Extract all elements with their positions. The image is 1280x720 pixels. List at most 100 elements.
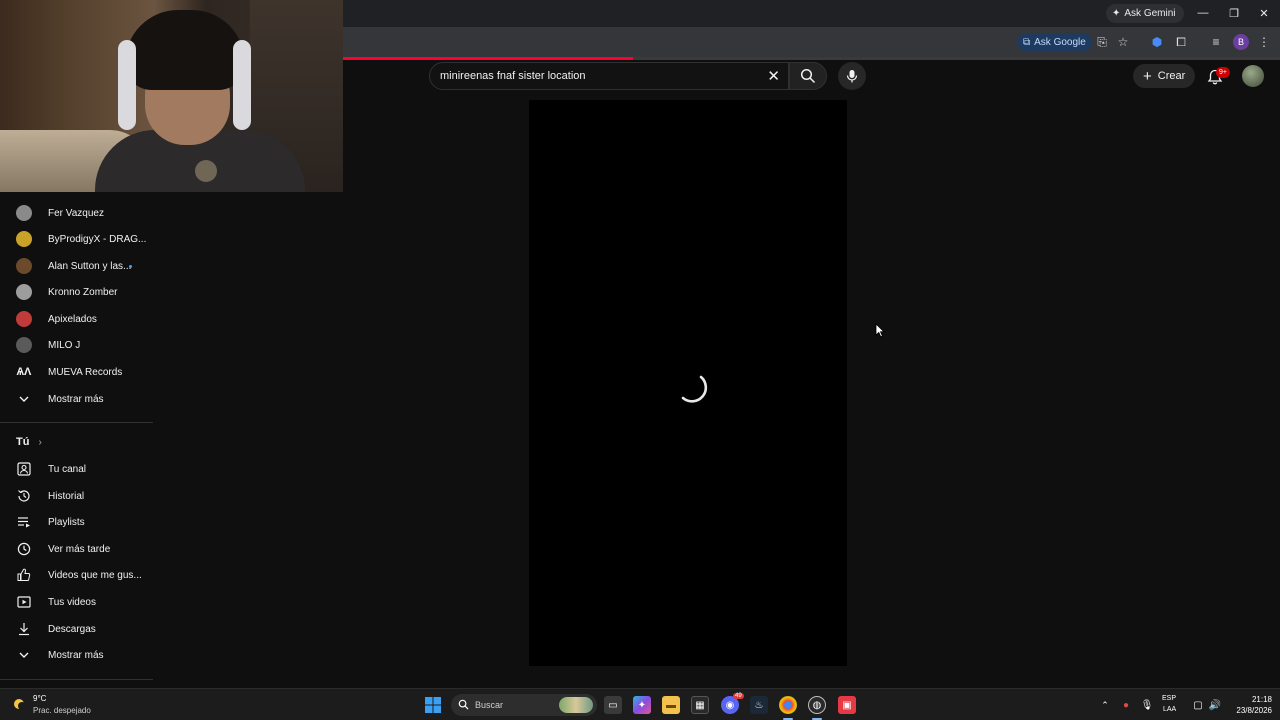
browser-menu-icon[interactable]: ⋮: [1256, 34, 1272, 50]
webcam-person-hair: [125, 10, 245, 90]
plus-icon: +: [1143, 67, 1152, 85]
mueva-logo-icon: ѦΛ: [16, 366, 32, 378]
windows-logo-icon: [425, 697, 441, 713]
sidebar-subscription[interactable]: Fer Vazquez: [0, 200, 153, 226]
recorder-app-icon[interactable]: ▣: [838, 696, 856, 714]
search-button[interactable]: [789, 62, 827, 90]
playlists-icon: [16, 514, 32, 530]
install-app-icon[interactable]: ⎘: [1094, 34, 1110, 50]
sidebar-divider: [0, 679, 153, 680]
sidebar-item-ver-mas-tarde[interactable]: Ver más tarde: [0, 536, 153, 562]
chrome-icon[interactable]: [779, 696, 797, 714]
network-icon[interactable]: ▢: [1189, 696, 1207, 714]
sidebar-subscription[interactable]: ѦΛ MUEVA Records: [0, 359, 153, 385]
create-button[interactable]: + Crear: [1133, 64, 1196, 88]
taskbar-search-placeholder: Buscar: [475, 700, 504, 710]
bookmark-star-icon[interactable]: ☆: [1115, 34, 1131, 50]
ask-gemini-label: Ask Gemini: [1124, 8, 1176, 19]
sidebar-subscription[interactable]: MILO J: [0, 332, 153, 358]
ask-google-button[interactable]: ⧉ Ask Google: [1017, 33, 1092, 51]
youtube-sidebar: Fer Vazquez ByProdigyX - DRAG... Alan Su…: [0, 192, 153, 688]
volume-icon[interactable]: 🔊: [1206, 696, 1224, 714]
show-more-subscriptions[interactable]: Mostrar más: [0, 386, 153, 412]
steam-icon[interactable]: ♨: [750, 696, 768, 714]
show-more-label: Mostrar más: [48, 649, 104, 661]
tray-app-icon[interactable]: ●: [1117, 696, 1135, 714]
taskbar-search[interactable]: Buscar: [451, 694, 597, 716]
sidebar-item-playlists[interactable]: Playlists: [0, 509, 153, 535]
clear-search-icon[interactable]: ✕: [767, 67, 780, 85]
channel-avatar: [16, 337, 32, 353]
webcam-headset-right: [233, 40, 251, 130]
screen: ✦ Ask Gemini — ❐ ✕ ⧉ Ask Google ⎘ ☆ ⬢ ⧠ …: [0, 0, 1280, 720]
sidebar-item-label: Tu canal: [48, 463, 86, 475]
file-explorer-icon[interactable]: ▬: [662, 696, 680, 714]
search-icon: [458, 699, 469, 710]
sidebar-item-label: Videos que me gus...: [48, 569, 142, 581]
subscription-label: Apixelados: [48, 313, 97, 325]
chevron-down-icon: [16, 391, 32, 407]
start-button[interactable]: [424, 696, 442, 714]
sidebar-item-tus-videos[interactable]: Tus videos: [0, 589, 153, 615]
loading-spinner-icon: [681, 375, 708, 403]
sidebar-item-liked-videos[interactable]: Videos que me gus...: [0, 562, 153, 588]
channel-avatar: [16, 205, 32, 221]
like-icon: [16, 567, 32, 583]
webcam-headset-left: [118, 40, 136, 130]
sidebar-subscription[interactable]: Kronno Zomber: [0, 279, 153, 305]
search-input[interactable]: minireenas fnaf sister location ✕: [429, 62, 789, 90]
search-highlight-image: [559, 697, 593, 713]
minimize-button[interactable]: —: [1190, 4, 1216, 22]
show-hidden-icons-chevron-up-icon[interactable]: ⌃: [1096, 696, 1114, 714]
extension-shield-icon[interactable]: ⬢: [1149, 34, 1165, 50]
sidebar-item-historial[interactable]: Historial: [0, 483, 153, 509]
windows-taskbar: 9°C Prac. despejado Buscar ▭ ✦ ▬ ▦ ◉ 49 …: [0, 688, 1280, 720]
clock-date: 23/8/2026: [1236, 706, 1272, 715]
webcam-headset-mic: [195, 160, 217, 182]
channel-avatar: [16, 311, 32, 327]
close-window-button[interactable]: ✕: [1251, 4, 1277, 22]
copilot-icon[interactable]: ✦: [633, 696, 651, 714]
subscription-label: Alan Sutton y las...: [48, 260, 132, 272]
sidebar-subscription[interactable]: Apixelados: [0, 306, 153, 332]
channel-icon: [16, 461, 32, 477]
discord-badge: 49: [733, 693, 744, 699]
show-more-label: Mostrar más: [48, 393, 104, 405]
webcam-overlay: [0, 0, 343, 192]
microphone-tray-icon[interactable]: 🎙: [1138, 696, 1156, 714]
subscription-label: ByProdigyX - DRAG...: [48, 233, 147, 245]
browser-profile-avatar[interactable]: B: [1233, 34, 1249, 50]
create-label: Crear: [1157, 70, 1186, 82]
restore-button[interactable]: ❐: [1221, 4, 1247, 22]
weather-description: Prac. despejado: [33, 706, 91, 715]
extensions-puzzle-icon[interactable]: ⧠: [1173, 34, 1189, 50]
input-language-bottom[interactable]: LAA: [1163, 706, 1176, 713]
task-view-icon[interactable]: ▭: [604, 696, 622, 714]
mouse-cursor-icon: [875, 323, 885, 338]
sidebar-item-label: Historial: [48, 490, 85, 502]
system-clock[interactable]: 21:18 23/8/2026: [1226, 694, 1272, 716]
media-queue-icon[interactable]: ≡: [1208, 34, 1224, 50]
show-more-you[interactable]: Mostrar más: [0, 642, 153, 668]
chevron-down-icon: [16, 647, 32, 663]
subscription-label: MILO J: [48, 339, 81, 351]
clock-time: 21:18: [1251, 695, 1272, 704]
account-avatar[interactable]: [1242, 65, 1264, 87]
new-content-dot: [129, 264, 132, 268]
sidebar-item-tu-canal[interactable]: Tu canal: [0, 456, 153, 482]
ask-gemini-button[interactable]: ✦ Ask Gemini: [1106, 4, 1184, 23]
you-section-header[interactable]: Tú ›: [16, 436, 42, 448]
microsoft-store-icon[interactable]: ▦: [691, 696, 709, 714]
voice-search-button[interactable]: [838, 62, 866, 90]
subscription-label: Fer Vazquez: [48, 207, 104, 219]
sidebar-item-descargas[interactable]: Descargas: [0, 616, 153, 642]
sidebar-subscription[interactable]: Alan Sutton y las...: [0, 253, 153, 279]
sidebar-item-label: Tus videos: [48, 596, 96, 608]
sidebar-subscription[interactable]: ByProdigyX - DRAG...: [0, 226, 153, 252]
weather-partly-clear-icon[interactable]: [12, 696, 28, 712]
input-language-top[interactable]: ESP: [1162, 695, 1176, 702]
ask-google-label: Ask Google: [1034, 36, 1086, 48]
obs-icon[interactable]: ◍: [808, 696, 826, 714]
subscription-label: Kronno Zomber: [48, 286, 118, 298]
search-query-text: minireenas fnaf sister location: [440, 70, 586, 82]
